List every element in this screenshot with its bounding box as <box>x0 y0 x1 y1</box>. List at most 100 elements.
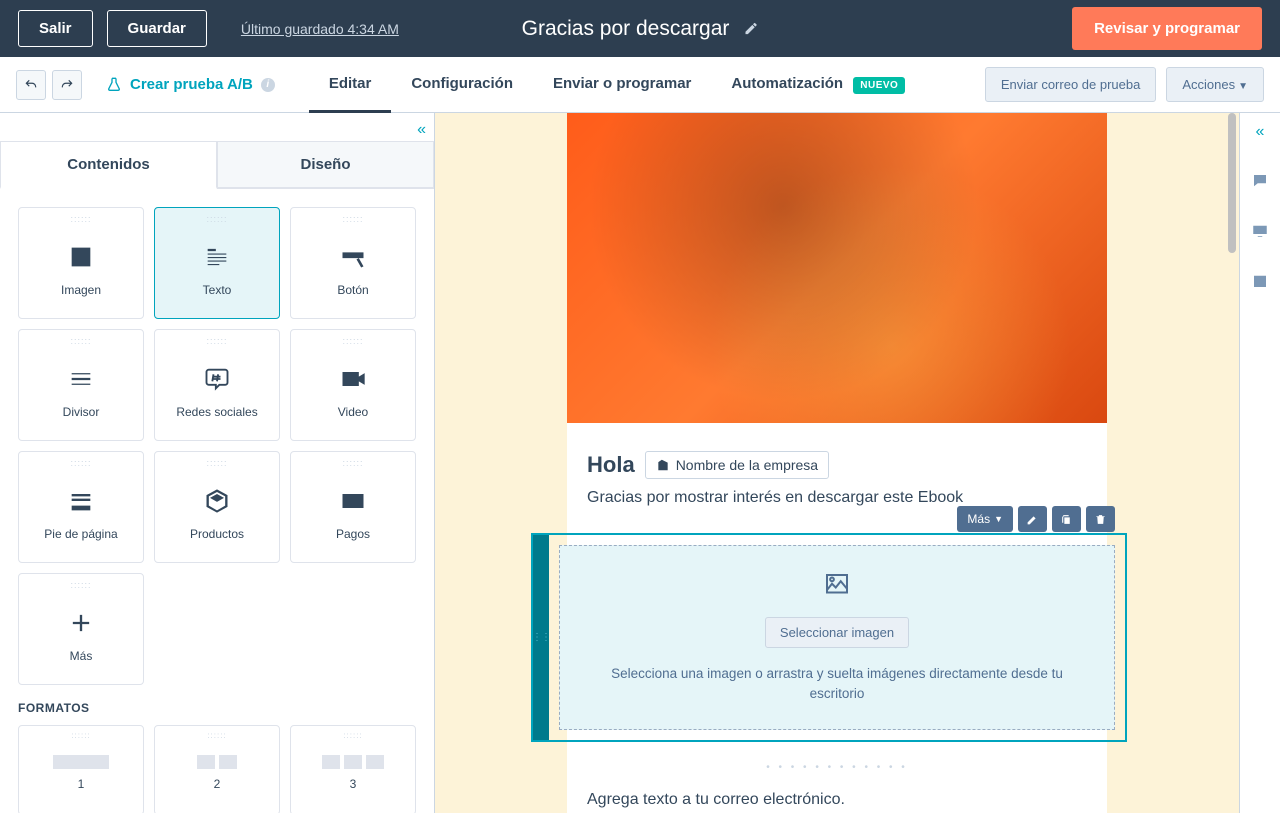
block-social[interactable]: ::::::Redes sociales <box>154 329 280 441</box>
box-icon <box>203 481 231 521</box>
image-drop-zone[interactable]: Seleccionar imagen Selecciona una imagen… <box>559 545 1115 730</box>
formats-title: FORMATOS <box>18 701 416 715</box>
tab-edit[interactable]: Editar <box>309 57 392 113</box>
block-image[interactable]: ::::::Imagen <box>18 207 144 319</box>
exit-button[interactable]: Salir <box>18 10 93 47</box>
text-placeholder[interactable]: Agrega texto a tu correo electrónico. <box>587 791 1087 813</box>
selected-image-module[interactable]: Más ▼ Seleccionar imagen Selecciona una … <box>531 533 1127 742</box>
undo-button[interactable] <box>16 70 46 100</box>
block-text-label: Texto <box>203 283 232 297</box>
format-2-label: 2 <box>214 777 221 791</box>
comments-icon[interactable] <box>1250 171 1270 191</box>
block-button-label: Botón <box>337 283 368 297</box>
intro-text[interactable]: Gracias por mostrar interés en descargar… <box>587 489 1087 507</box>
page-title: Gracias por descargar <box>522 17 730 41</box>
block-products-label: Productos <box>190 527 244 541</box>
company-token-label: Nombre de la empresa <box>676 457 818 473</box>
scrollbar-thumb[interactable] <box>1228 113 1236 253</box>
format-2col[interactable]: ::::::2 <box>154 725 280 813</box>
select-image-button[interactable]: Seleccionar imagen <box>765 617 909 648</box>
collapse-left-icon[interactable]: « <box>417 121 426 139</box>
chevron-down-icon: ▼ <box>1238 81 1248 92</box>
block-payments[interactable]: ::::::Pagos <box>290 451 416 563</box>
block-products[interactable]: ::::::Productos <box>154 451 280 563</box>
review-schedule-button[interactable]: Revisar y programar <box>1072 7 1262 50</box>
tab-automation-label: Automatización <box>731 75 843 92</box>
block-divider-label: Divisor <box>63 405 100 419</box>
tab-config[interactable]: Configuración <box>391 57 533 113</box>
email-body: Hola Nombre de la empresa Gracias por mo… <box>567 113 1107 813</box>
block-text[interactable]: ::::::Texto <box>154 207 280 319</box>
info-icon[interactable]: i <box>261 78 275 92</box>
company-token-chip[interactable]: Nombre de la empresa <box>645 451 829 479</box>
copy-icon <box>1060 513 1073 526</box>
block-more[interactable]: ::::::Más <box>18 573 144 685</box>
image-placeholder-icon <box>590 570 1084 605</box>
block-divider[interactable]: ::::::Divisor <box>18 329 144 441</box>
top-bar: Salir Guardar Último guardado 4:34 AM Gr… <box>0 0 1280 57</box>
trash-icon <box>1094 513 1107 526</box>
chevron-down-icon: ▼ <box>994 514 1003 524</box>
subnav-right-actions: Enviar correo de prueba Acciones▼ <box>985 67 1264 102</box>
badge-new: NUEVO <box>853 77 905 94</box>
module-clone-button[interactable] <box>1052 506 1081 532</box>
block-more-label: Más <box>70 649 93 663</box>
format-3col[interactable]: ::::::3 <box>290 725 416 813</box>
nav-tabs: Editar Configuración Enviar o programar … <box>309 57 926 113</box>
title-container: Gracias por descargar <box>522 17 759 41</box>
section-separator: • • • • • • • • • • • • <box>587 762 1087 773</box>
scrollbar-track <box>1227 113 1237 813</box>
calendar-icon[interactable] <box>1250 271 1270 291</box>
undo-redo-group <box>16 70 82 100</box>
email-content-lower: • • • • • • • • • • • • Agrega texto a t… <box>567 762 1107 813</box>
divider-icon <box>67 359 95 399</box>
hero-image[interactable] <box>567 113 1107 423</box>
lp-tab-contents[interactable]: Contenidos <box>0 141 217 189</box>
format-1col[interactable]: ::::::1 <box>18 725 144 813</box>
ab-test-link[interactable]: Crear prueba A/B i <box>106 76 275 93</box>
send-test-button[interactable]: Enviar correo de prueba <box>985 67 1156 102</box>
module-delete-button[interactable] <box>1086 506 1115 532</box>
card-icon <box>339 481 367 521</box>
module-more-label: Más <box>967 512 990 526</box>
collapse-right-icon[interactable]: « <box>1256 123 1265 141</box>
sub-nav: Crear prueba A/B i Editar Configuración … <box>0 57 1280 113</box>
block-footer-label: Pie de página <box>44 527 117 541</box>
block-video-label: Video <box>338 405 368 419</box>
last-saved-link[interactable]: Último guardado 4:34 AM <box>241 21 399 37</box>
actions-dropdown[interactable]: Acciones▼ <box>1166 67 1264 102</box>
lp-tab-design[interactable]: Diseño <box>217 141 434 187</box>
drag-handle[interactable] <box>533 535 549 740</box>
left-panel-tabs: Contenidos Diseño <box>0 141 434 189</box>
greeting-row: Hola Nombre de la empresa <box>587 451 1087 479</box>
save-button[interactable]: Guardar <box>107 10 207 47</box>
tab-automation[interactable]: Automatización NUEVO <box>711 57 925 113</box>
block-video[interactable]: ::::::Video <box>290 329 416 441</box>
ab-test-label: Crear prueba A/B <box>130 76 253 93</box>
module-more-button[interactable]: Más ▼ <box>957 506 1013 532</box>
module-edit-button[interactable] <box>1018 506 1047 532</box>
format-3-label: 3 <box>350 777 357 791</box>
button-icon <box>339 237 367 277</box>
tab-send[interactable]: Enviar o programar <box>533 57 711 113</box>
block-button[interactable]: ::::::Botón <box>290 207 416 319</box>
building-icon <box>656 458 670 472</box>
format-1-label: 1 <box>78 777 85 791</box>
dropzone-hint: Selecciona una imagen o arrastra y suelt… <box>590 664 1084 705</box>
main-layout: « Contenidos Diseño ::::::Imagen ::::::T… <box>0 113 1280 813</box>
video-icon <box>339 359 367 399</box>
block-grid: ::::::Imagen ::::::Texto ::::::Botón :::… <box>18 207 416 685</box>
image-icon <box>67 237 95 277</box>
block-social-label: Redes sociales <box>176 405 257 419</box>
left-panel: « Contenidos Diseño ::::::Imagen ::::::T… <box>0 113 435 813</box>
module-toolbar: Más ▼ <box>957 506 1115 532</box>
canvas[interactable]: Hola Nombre de la empresa Gracias por mo… <box>435 113 1239 813</box>
flask-icon <box>106 77 122 93</box>
desktop-preview-icon[interactable] <box>1250 221 1270 241</box>
hashtag-icon <box>203 359 231 399</box>
formats-grid: ::::::1 ::::::2 ::::::3 <box>18 725 416 813</box>
redo-button[interactable] <box>52 70 82 100</box>
pencil-icon[interactable] <box>743 21 758 36</box>
block-footer[interactable]: ::::::Pie de página <box>18 451 144 563</box>
right-rail: « <box>1239 113 1280 813</box>
